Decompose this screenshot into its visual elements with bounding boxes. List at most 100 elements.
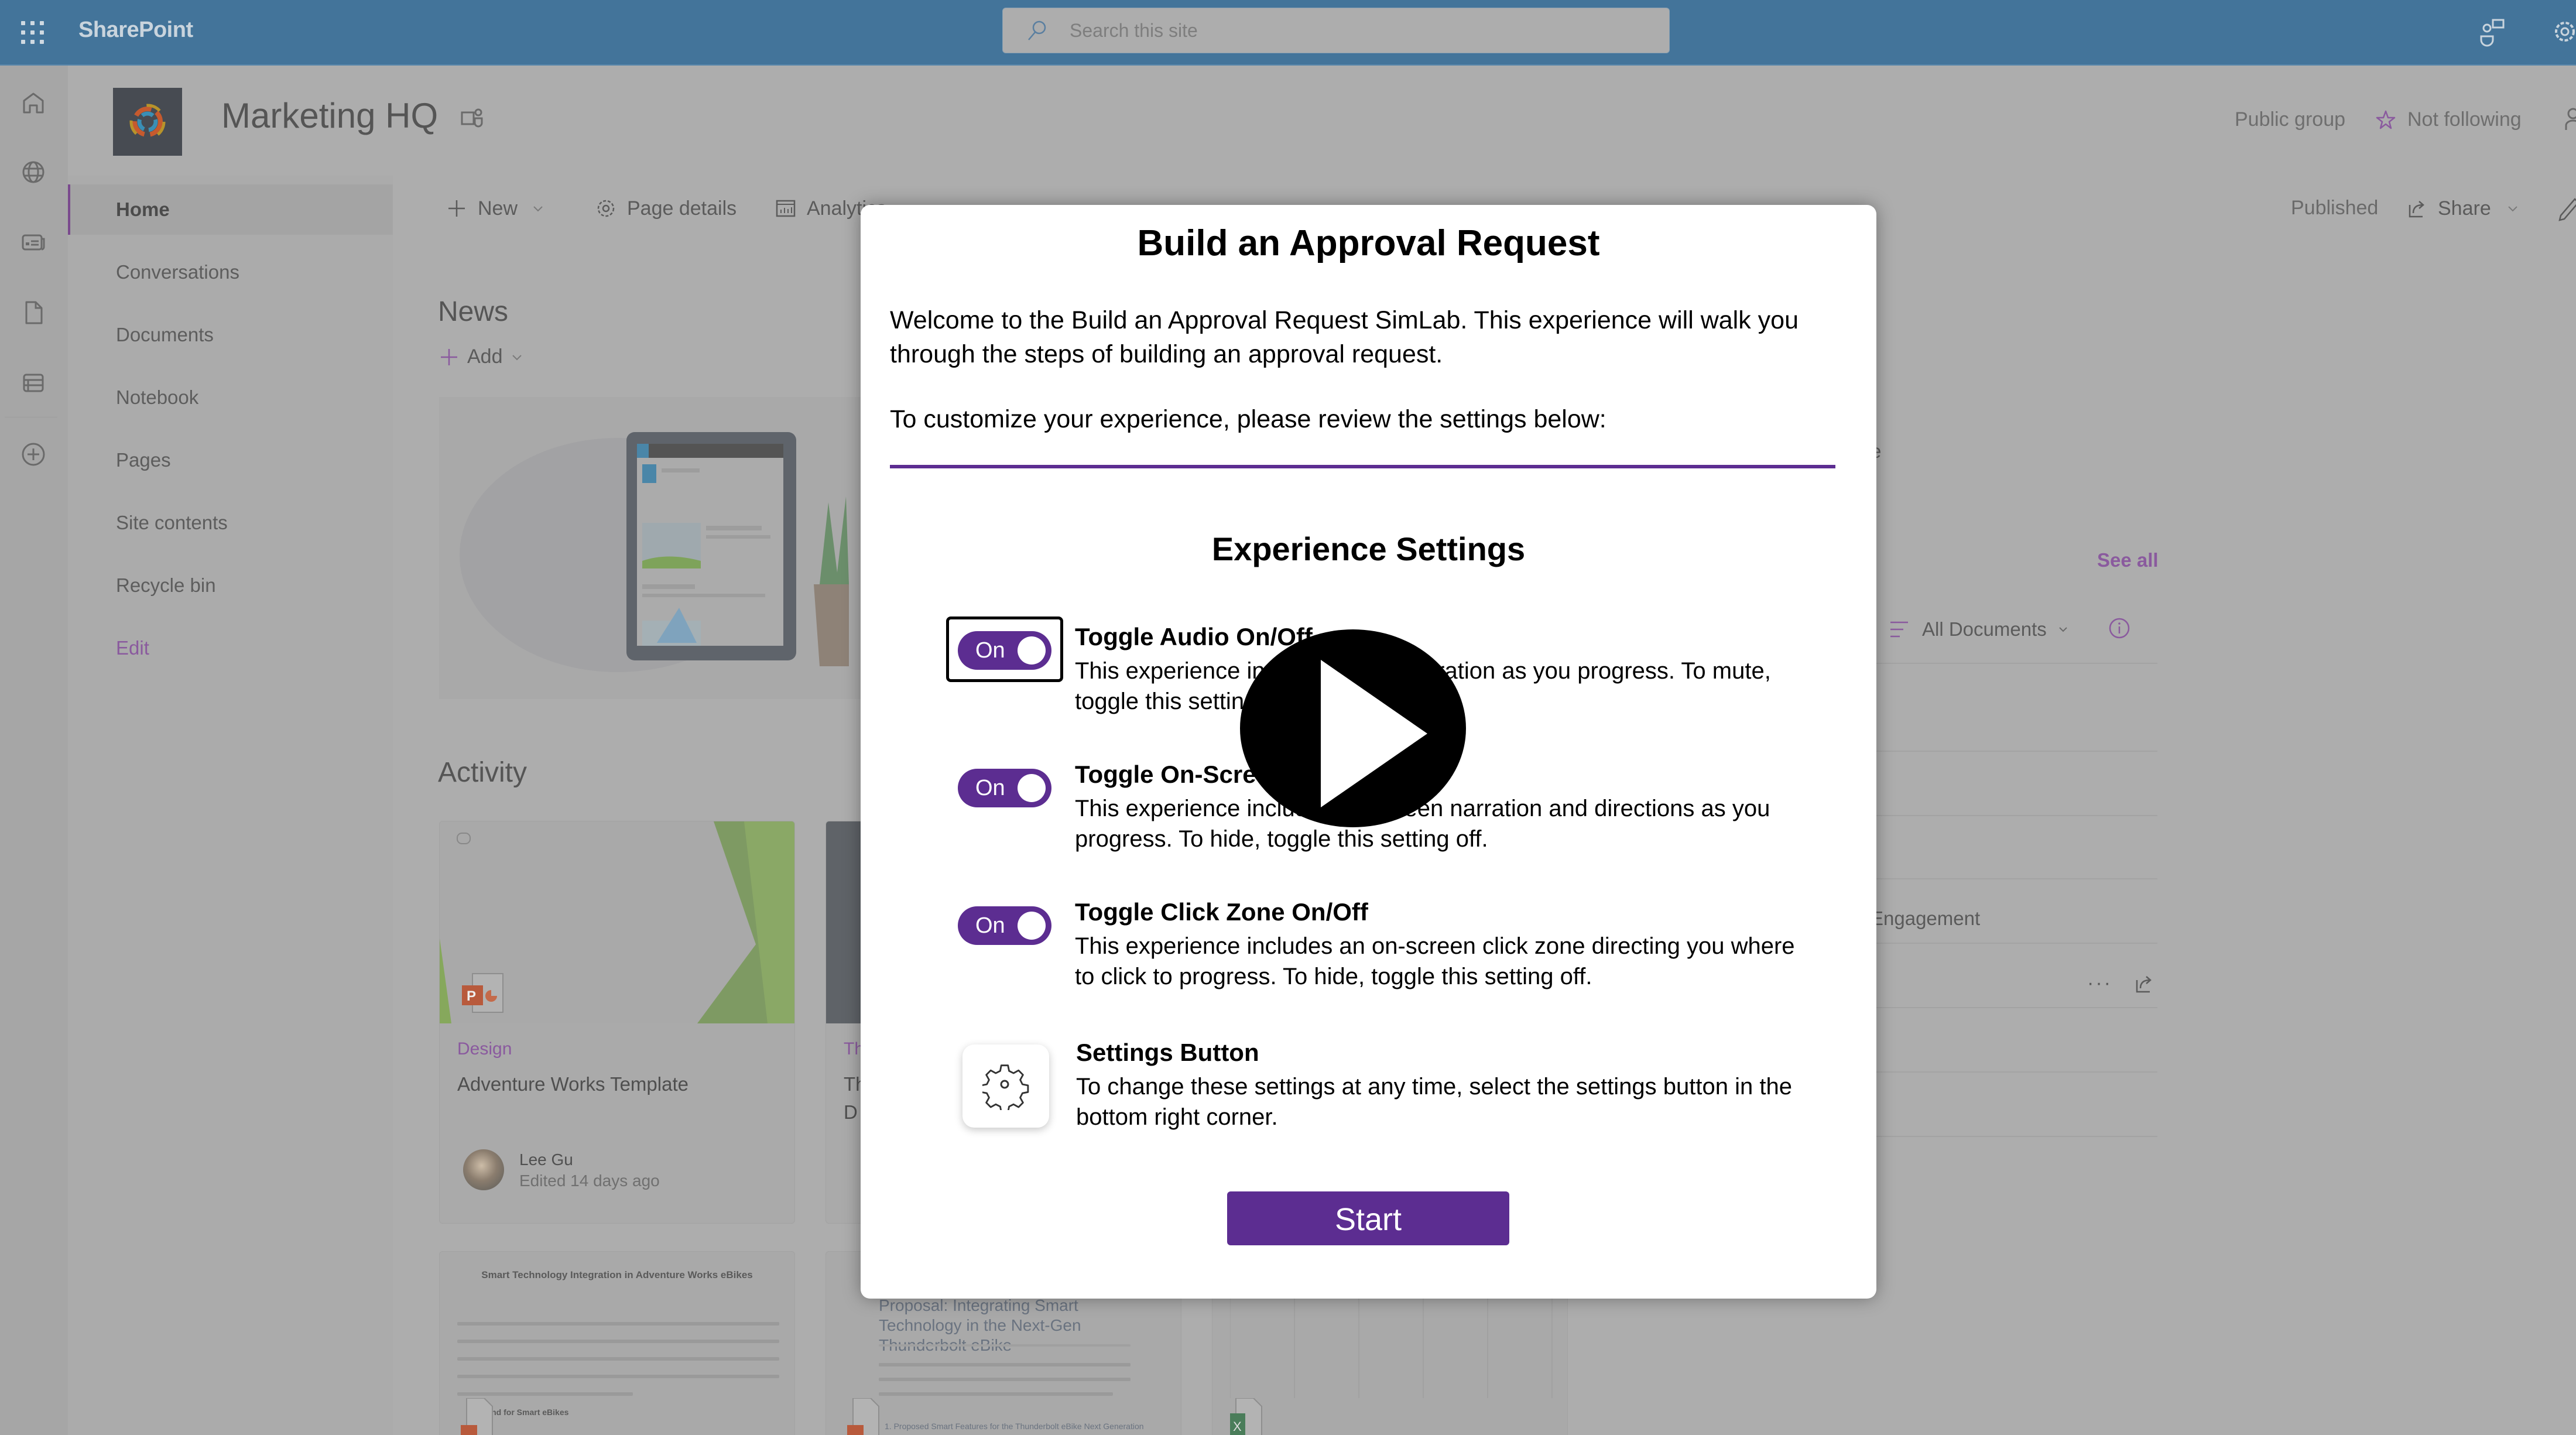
teams-icon[interactable] [460, 105, 485, 131]
star-icon[interactable] [2375, 109, 2397, 131]
chevron-down-icon [512, 354, 522, 360]
nav-item-recycle-bin[interactable]: Recycle bin [68, 560, 393, 611]
share-button[interactable]: Share [2405, 197, 2519, 220]
toggle-knob [1018, 774, 1046, 802]
follow-button[interactable]: Not following [2407, 108, 2522, 131]
card-category: Design [457, 1039, 512, 1059]
chevron-down-icon [533, 206, 543, 212]
see-all-link[interactable]: See all [2097, 549, 2159, 571]
setting-title: Settings Button [1076, 1039, 1259, 1066]
news-heading: News [438, 296, 509, 327]
row-divider [1871, 815, 2157, 816]
play-icon [1321, 660, 1427, 807]
publish-status-label: Published [2291, 197, 2379, 219]
setting-description: This experience includes an on-screen cl… [1075, 933, 1795, 989]
news-placeholder-illustration [439, 397, 872, 699]
document-row-name[interactable]: Engagement [1871, 907, 1980, 930]
waffle-icon[interactable] [21, 21, 44, 44]
activity-heading: Activity [438, 757, 527, 788]
share-label: Share [2438, 197, 2491, 220]
document-card[interactable]: Smart Technology Integration in Adventur… [439, 1251, 795, 1435]
new-button[interactable]: New [445, 197, 544, 220]
toggle-state-label: On [975, 638, 1005, 663]
home-icon[interactable] [19, 89, 47, 117]
site-logo-swirl-icon [129, 104, 166, 140]
word-doc-icon [847, 1398, 879, 1435]
click-zone-toggle[interactable]: On [958, 906, 1051, 945]
analytics-icon [776, 200, 796, 217]
card-thumbnail: P [440, 821, 794, 1023]
toggle-state-label: On [975, 913, 1005, 938]
share-icon[interactable] [2132, 972, 2156, 995]
plus-icon [448, 200, 465, 217]
row-divider [1871, 1071, 2157, 1073]
page-details-button[interactable]: Page details [594, 197, 737, 220]
nav-item-pages[interactable]: Pages [68, 435, 393, 485]
word-doc-icon [461, 1398, 493, 1435]
toggle-knob [1018, 636, 1046, 665]
nav-edit-link[interactable]: Edit [68, 623, 393, 673]
setting-description: To change these settings at any time, se… [1076, 1074, 1792, 1130]
share-icon [2409, 201, 2424, 218]
app-rail [0, 66, 68, 1435]
globe-icon[interactable] [19, 158, 47, 186]
dialog-instruction-text: To customize your experience, please rev… [890, 405, 1606, 433]
view-label: All Documents [1922, 618, 2047, 640]
gear-icon [982, 1064, 1029, 1110]
site-logo[interactable] [113, 88, 182, 156]
nav-item-documents[interactable]: Documents [68, 310, 393, 360]
members-icon[interactable] [2564, 107, 2576, 132]
toggle-knob [1018, 912, 1046, 940]
more-actions-icon[interactable]: ··· [2087, 972, 2112, 995]
on-screen-text-toggle[interactable]: On [958, 769, 1051, 807]
row-divider [1871, 663, 2157, 664]
row-divider [1871, 1007, 2157, 1008]
info-icon[interactable] [2108, 617, 2131, 640]
excel-icon: X [1230, 1398, 1262, 1435]
settings-gear-icon[interactable] [2550, 16, 2576, 47]
news-icon[interactable] [19, 228, 47, 256]
card-title-line2: D [844, 1101, 858, 1123]
setting-title: Toggle Click Zone On/Off [1075, 898, 1368, 926]
audio-toggle[interactable]: On [958, 631, 1051, 670]
document-preview-title: Smart Technology Integration in Adventur… [481, 1269, 753, 1280]
card-author: Lee Gu [519, 1150, 573, 1169]
start-button[interactable]: Start [1227, 1191, 1509, 1245]
document-icon[interactable] [19, 299, 47, 327]
nav-item-home[interactable]: Home [68, 184, 393, 235]
chat-feedback-icon[interactable] [2478, 16, 2508, 47]
app-name[interactable]: SharePoint [78, 18, 193, 43]
edit-pencil-icon[interactable] [2557, 197, 2576, 222]
view-list-icon [1890, 621, 1908, 638]
news-add-label: Add [467, 345, 503, 368]
dialog-divider [890, 465, 1835, 468]
row-divider [1871, 878, 2157, 879]
row-divider [1871, 751, 2157, 752]
nav-item-conversations[interactable]: Conversations [68, 247, 393, 297]
row-divider [1871, 1136, 2157, 1137]
create-plus-icon[interactable] [19, 440, 47, 468]
experience-settings-heading: Experience Settings [1211, 530, 1526, 567]
nav-item-site-contents[interactable]: Site contents [68, 498, 393, 548]
svg-text:P: P [467, 988, 476, 1004]
search-input[interactable]: Search this site [1002, 8, 1670, 53]
settings-button[interactable] [962, 1044, 1049, 1128]
suite-bar: SharePoint Search this site [0, 0, 2576, 66]
chevron-down-icon [2059, 627, 2067, 632]
activity-card[interactable]: P Design Adventure Works Template Lee Gu… [439, 821, 795, 1224]
svg-text:X: X [1233, 1419, 1242, 1434]
tablet-illustration [460, 432, 849, 672]
search-placeholder: Search this site [1070, 20, 1198, 41]
card-title[interactable]: Adventure Works Template [457, 1073, 688, 1095]
row-divider [1871, 943, 2157, 944]
document-preview-subhead: 1. Proposed Smart Features for the Thund… [885, 1422, 1144, 1431]
privacy-label: Public group [2235, 108, 2346, 131]
avatar [463, 1149, 504, 1190]
site-title[interactable]: Marketing HQ [221, 95, 438, 136]
nav-item-notebook[interactable]: Notebook [68, 372, 393, 423]
lists-icon[interactable] [19, 369, 47, 397]
play-button[interactable] [1240, 629, 1466, 827]
news-add-button[interactable]: Add [439, 345, 523, 368]
view-selector[interactable]: All Documents [1888, 618, 2069, 641]
powerpoint-icon: P [462, 973, 503, 1013]
